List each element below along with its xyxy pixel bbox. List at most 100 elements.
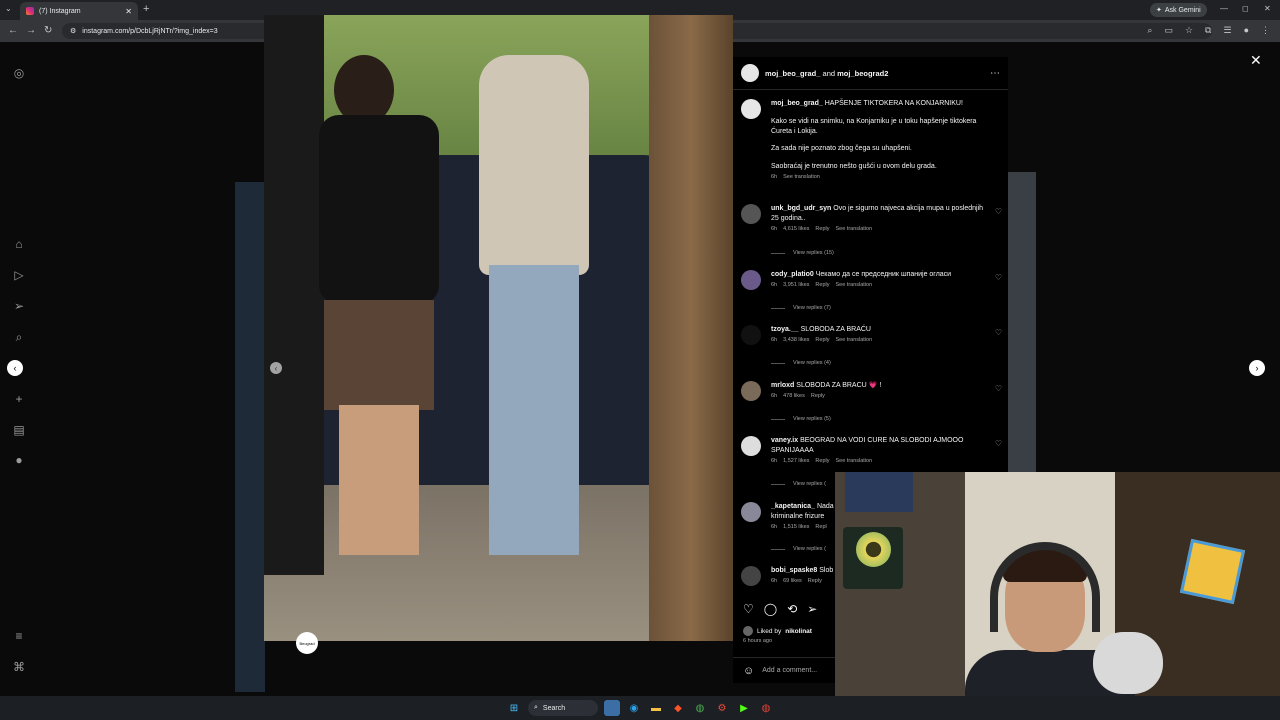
like-comment-icon[interactable]: ♡ xyxy=(995,383,1002,394)
comment-avatar[interactable] xyxy=(741,204,761,224)
close-window-icon[interactable]: ✕ xyxy=(1264,4,1271,13)
menu-icon[interactable]: ⋮ xyxy=(1261,25,1270,36)
reply-link[interactable]: Reply xyxy=(811,393,825,401)
next-post-button[interactable]: › xyxy=(1249,360,1265,376)
messages-icon[interactable]: ➢ xyxy=(12,299,26,313)
comment-likes[interactable]: 1,527 likes xyxy=(783,458,809,466)
more-options-icon[interactable]: ⋯ xyxy=(990,68,1000,79)
ask-gemini-button[interactable]: ✦ Ask Gemini xyxy=(1150,3,1207,17)
back-icon[interactable]: ← xyxy=(8,25,18,36)
app-icon[interactable]: ⚙ xyxy=(714,700,730,716)
liked-by-avatar[interactable] xyxy=(743,626,753,636)
reply-link[interactable]: Repl xyxy=(815,524,826,532)
home-icon[interactable]: ⌂ xyxy=(12,237,26,251)
caption-translate-link[interactable]: See translation xyxy=(783,174,820,182)
comment-likes[interactable]: 478 likes xyxy=(783,393,805,401)
create-icon[interactable]: + xyxy=(12,392,26,406)
reply-link[interactable]: Reply xyxy=(808,578,822,586)
tab-close-icon[interactable]: ✕ xyxy=(125,7,132,16)
like-comment-icon[interactable]: ♡ xyxy=(995,327,1002,338)
comment-likes[interactable]: 4,615 likes xyxy=(783,226,809,234)
instagram-logo-icon[interactable]: ◎ xyxy=(12,66,26,80)
chrome-icon[interactable]: ◍ xyxy=(692,700,708,716)
comment-user[interactable]: mrloxd xyxy=(771,382,794,389)
comment-user[interactable]: unk_bgd_udr_syn xyxy=(771,205,831,212)
reload-icon[interactable]: ↻ xyxy=(44,25,52,36)
reply-link[interactable]: Reply xyxy=(815,226,829,234)
comment-user[interactable]: cody_platio0 xyxy=(771,271,814,278)
photo-badge[interactable]: Beograd xyxy=(296,632,318,654)
view-replies[interactable]: View replies ( xyxy=(771,481,826,487)
comment-icon[interactable]: ◯ xyxy=(764,602,777,616)
translate-link[interactable]: See translation xyxy=(835,226,872,234)
repost-icon[interactable]: ⟲ xyxy=(787,602,797,616)
comment-user[interactable]: tzoya.__ xyxy=(771,326,799,333)
extensions-icon[interactable]: ⧉ xyxy=(1205,25,1211,36)
file-explorer-icon[interactable]: ▬ xyxy=(648,700,664,716)
zoom-icon[interactable]: ⌕ xyxy=(1147,25,1152,36)
bookmark-star-icon[interactable]: ☆ xyxy=(1185,25,1193,36)
like-comment-icon[interactable]: ♡ xyxy=(995,206,1002,217)
comment-avatar[interactable] xyxy=(741,436,761,456)
comment-user[interactable]: bobi_spaske8 xyxy=(771,567,817,574)
caption-avatar[interactable] xyxy=(741,99,761,119)
like-icon[interactable]: ♡ xyxy=(743,602,754,616)
reels-icon[interactable]: ▷ xyxy=(12,268,26,282)
liked-by-user[interactable]: nikolinat xyxy=(785,628,812,635)
comment-likes[interactable]: 3,438 likes xyxy=(783,337,809,345)
coauthor-link[interactable]: moj_beograd2 xyxy=(837,69,888,78)
translate-link[interactable]: See translation xyxy=(835,458,872,466)
tab-instagram[interactable]: (7) Instagram ✕ xyxy=(20,2,138,20)
comment-avatar[interactable] xyxy=(741,502,761,522)
add-comment-input[interactable]: Add a comment... xyxy=(762,667,817,674)
comment-avatar[interactable] xyxy=(741,325,761,345)
kick-icon[interactable]: ▶ xyxy=(736,700,752,716)
emoji-icon[interactable]: ☺ xyxy=(743,665,754,677)
comment-avatar[interactable] xyxy=(741,270,761,290)
comment-user[interactable]: _kapetanica_ xyxy=(771,503,815,510)
cast-icon[interactable]: ▭ xyxy=(1164,25,1173,36)
reply-link[interactable]: Reply xyxy=(815,282,829,290)
search-icon[interactable]: ⌕ xyxy=(12,330,26,344)
site-info-icon[interactable]: ⚙ xyxy=(70,27,76,35)
edge-icon[interactable]: ◉ xyxy=(626,700,642,716)
forward-icon[interactable]: → xyxy=(26,25,36,36)
view-replies[interactable]: View replies (5) xyxy=(771,416,831,422)
reply-link[interactable]: Reply xyxy=(815,337,829,345)
caption-author[interactable]: moj_beo_grad_ xyxy=(771,100,823,107)
tab-search-icon[interactable]: ⌄ xyxy=(5,4,12,13)
like-comment-icon[interactable]: ♡ xyxy=(995,272,1002,283)
reading-list-icon[interactable]: ☰ xyxy=(1223,25,1231,36)
taskbar-search[interactable]: ⌕ Search xyxy=(528,700,598,716)
translate-link[interactable]: See translation xyxy=(835,282,872,290)
more-menu-icon[interactable]: ≡ xyxy=(12,629,26,643)
windows-start-icon[interactable]: ⊞ xyxy=(506,700,522,716)
new-tab-button[interactable]: + xyxy=(143,3,149,15)
maximize-icon[interactable]: ◻ xyxy=(1242,4,1249,13)
view-replies[interactable]: View replies (15) xyxy=(771,250,834,256)
author-avatar[interactable] xyxy=(741,64,759,82)
translate-link[interactable]: See translation xyxy=(835,337,872,345)
view-replies[interactable]: View replies (7) xyxy=(771,305,831,311)
view-replies[interactable]: View replies ( xyxy=(771,546,826,552)
view-replies[interactable]: View replies (4) xyxy=(771,360,831,366)
comment-avatar[interactable] xyxy=(741,381,761,401)
chrome-active-icon[interactable]: ◍ xyxy=(758,700,774,716)
reply-link[interactable]: Reply xyxy=(815,458,829,466)
prev-image-button[interactable]: ‹ xyxy=(270,362,282,374)
minimize-icon[interactable]: — xyxy=(1220,4,1228,13)
comment-avatar[interactable] xyxy=(741,566,761,586)
share-icon[interactable]: ➢ xyxy=(807,602,817,616)
copilot-icon[interactable] xyxy=(604,700,620,716)
author-link[interactable]: moj_beo_grad_ xyxy=(765,69,820,78)
brave-icon[interactable]: ◆ xyxy=(670,700,686,716)
prev-post-button[interactable]: ‹ xyxy=(7,360,23,376)
profile-avatar-icon[interactable]: ● xyxy=(1244,25,1249,36)
comment-likes[interactable]: 69 likes xyxy=(783,578,802,586)
profile-icon[interactable]: ● xyxy=(12,453,26,467)
comment-user[interactable]: vaney.ix xyxy=(771,437,798,444)
comment-likes[interactable]: 1,515 likes xyxy=(783,524,809,532)
like-comment-icon[interactable]: ♡ xyxy=(995,438,1002,449)
dashboard-icon[interactable]: ▤ xyxy=(12,423,26,437)
close-modal-icon[interactable]: ✕ xyxy=(1250,52,1262,69)
